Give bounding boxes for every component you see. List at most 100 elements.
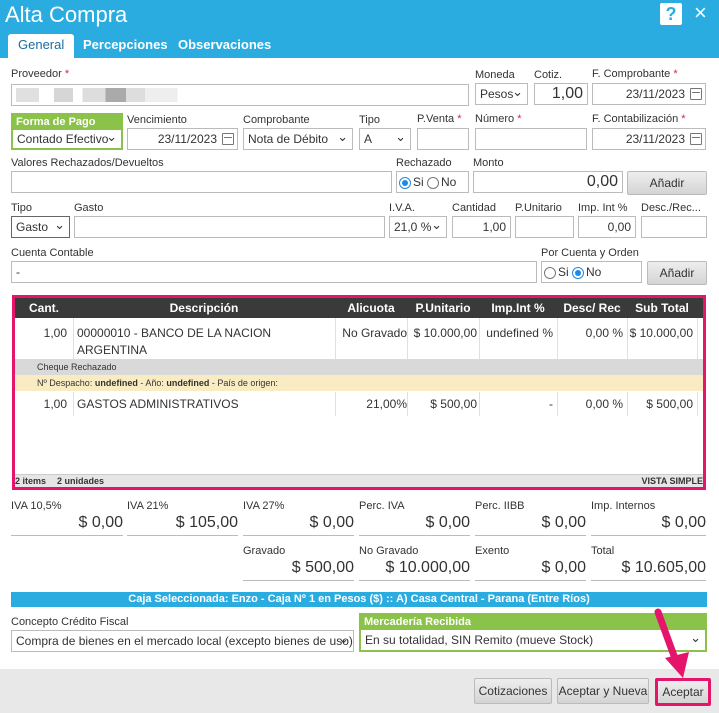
perc-iva-label: Perc. IVA (359, 500, 405, 512)
forma-pago-label: Forma de Pago (13, 115, 121, 130)
despacho-value: undefined (94, 378, 138, 388)
anio-label: - Año: (137, 378, 167, 388)
despacho-label: Nº Despacho: (37, 378, 95, 388)
comprobante-select[interactable]: Nota de Débito (243, 128, 353, 150)
porcuenta-label: Por Cuenta y Orden (541, 247, 639, 259)
cell-cant: 1,00 (43, 397, 67, 411)
anadir-cuenta-button[interactable]: Añadir (647, 261, 707, 285)
close-icon[interactable]: × (694, 0, 707, 26)
calendar-icon[interactable] (690, 133, 702, 145)
pventa-input[interactable] (417, 128, 469, 150)
calendar-icon[interactable] (690, 88, 702, 100)
table-row[interactable]: 1,00 00000010 - BANCO DE LA NACION ARGEN… (15, 318, 703, 359)
grid-footer: 2 items 2 unidades VISTA SIMPLE (15, 474, 703, 487)
valores-input[interactable] (11, 171, 392, 193)
anadir-button[interactable]: Añadir (627, 171, 707, 195)
cotizaciones-button[interactable]: Cotizaciones (474, 678, 552, 704)
total-label: Total (591, 545, 615, 557)
gasto-label: Gasto (74, 202, 104, 214)
exento-value: $ 0,00 (475, 559, 586, 581)
cheque-rechazado-row: Cheque Rechazado (15, 359, 703, 375)
moneda-select[interactable]: Pesos (475, 83, 528, 105)
vencimiento-input[interactable]: 23/11/2023 (127, 128, 238, 150)
iva27-label: IVA 27% (243, 500, 285, 512)
aceptar-button[interactable]: Aceptar (655, 678, 711, 706)
cantidad-input[interactable]: 1,00 (452, 216, 511, 238)
vista-simple-link[interactable]: VISTA SIMPLE (641, 475, 703, 487)
divider (73, 318, 74, 359)
divider (335, 318, 336, 359)
col-subtotal[interactable]: Sub Total (627, 298, 697, 318)
impint-input[interactable]: 0,00 (578, 216, 636, 238)
tab-percepciones[interactable]: Percepciones (73, 34, 178, 58)
divider (557, 318, 558, 359)
porcuenta-si-radio[interactable] (544, 266, 556, 279)
porcuenta-no-radio[interactable] (572, 266, 585, 279)
pais-label: - País de origen: (209, 378, 278, 388)
desc-input[interactable] (641, 216, 707, 238)
cuenta-label: Cuenta Contable (11, 247, 94, 259)
cuenta-input[interactable]: - (11, 261, 537, 283)
help-icon[interactable]: ? (660, 3, 682, 25)
aceptar-nueva-button[interactable]: Aceptar y Nueva (557, 678, 649, 704)
window-title: Alta Compra (5, 2, 128, 27)
gasto-input[interactable] (74, 216, 385, 238)
rechazado-label: Rechazado (396, 157, 452, 169)
col-cant[interactable]: Cant. (15, 298, 73, 318)
divider (627, 392, 628, 416)
cell-descripcion-line2: ARGENTINA (77, 343, 148, 357)
no-label: No (441, 175, 457, 189)
rechazado-no-radio[interactable] (427, 176, 440, 189)
punit-label: P.Unitario (515, 202, 562, 214)
col-impint[interactable]: Imp.Int % (479, 298, 557, 318)
col-alicuota[interactable]: Alicuota (335, 298, 407, 318)
arrow-icon (654, 608, 689, 678)
cotiz-input[interactable]: 1,00 (534, 83, 588, 105)
moneda-label: Moneda (475, 69, 515, 81)
items-grid: Cant. Descripción Alicuota P.Unitario Im… (12, 295, 706, 490)
si-label: Si (413, 175, 424, 189)
monto-input[interactable]: 0,00 (473, 171, 623, 193)
tipo-gasto-select[interactable]: Gasto (11, 216, 70, 238)
tab-general[interactable]: General (8, 34, 75, 58)
cell-descripcion: 00000010 - BANCO DE LA NACION (77, 326, 272, 340)
fcont-input[interactable]: 23/11/2023 (592, 128, 706, 150)
col-punitario[interactable]: P.Unitario (407, 298, 479, 318)
caja-banner: Caja Seleccionada: Enzo - Caja Nº 1 en P… (11, 592, 707, 607)
no-gravado-value: $ 10.000,00 (359, 559, 470, 581)
iva-select[interactable]: 21,0 % (389, 216, 447, 238)
calendar-icon[interactable] (222, 133, 234, 145)
divider (335, 392, 336, 416)
proveedor-input[interactable] (11, 84, 469, 106)
divider (479, 318, 480, 359)
cell-punitario: $ 10.000,00 (413, 326, 477, 340)
divider (557, 392, 558, 416)
tipo-label: Tipo (359, 114, 380, 126)
divider (479, 392, 480, 416)
numero-input[interactable] (475, 128, 587, 150)
forma-pago-select[interactable]: Contado Efectivo (13, 130, 121, 148)
tipo-select[interactable]: A (359, 128, 411, 150)
divider (407, 318, 408, 359)
fcomp-label: F. Comprobante * (592, 68, 678, 80)
fcomp-input[interactable]: 23/11/2023 (592, 83, 706, 105)
fcont-label: F. Contabilización * (592, 113, 686, 125)
concepto-select[interactable]: Compra de bienes en el mercado local (ex… (11, 630, 354, 652)
tipo-gasto-label: Tipo (11, 202, 32, 214)
col-descripcion[interactable]: Descripción (73, 298, 335, 318)
pventa-label: P.Venta * (417, 113, 462, 125)
col-desc[interactable]: Desc/ Rec (557, 298, 627, 318)
punit-input[interactable] (515, 216, 574, 238)
no-gravado-label: No Gravado (359, 545, 419, 557)
monto-label: Monto (473, 157, 504, 169)
tab-observaciones[interactable]: Observaciones (168, 34, 281, 58)
despacho-row: Nº Despacho: undefined - Año: undefined … (15, 375, 703, 391)
cell-subtotal: $ 500,00 (646, 397, 693, 411)
items-count: 2 items (15, 476, 47, 486)
proveedor-redacted (16, 88, 206, 102)
numero-label: Número * (475, 113, 522, 125)
rechazado-si-radio[interactable] (399, 176, 411, 189)
divider (627, 318, 628, 359)
table-row[interactable]: 1,00 GASTOS ADMINISTRATIVOS 21,00% $ 500… (15, 392, 703, 416)
iva105-label: IVA 10,5% (11, 500, 62, 512)
